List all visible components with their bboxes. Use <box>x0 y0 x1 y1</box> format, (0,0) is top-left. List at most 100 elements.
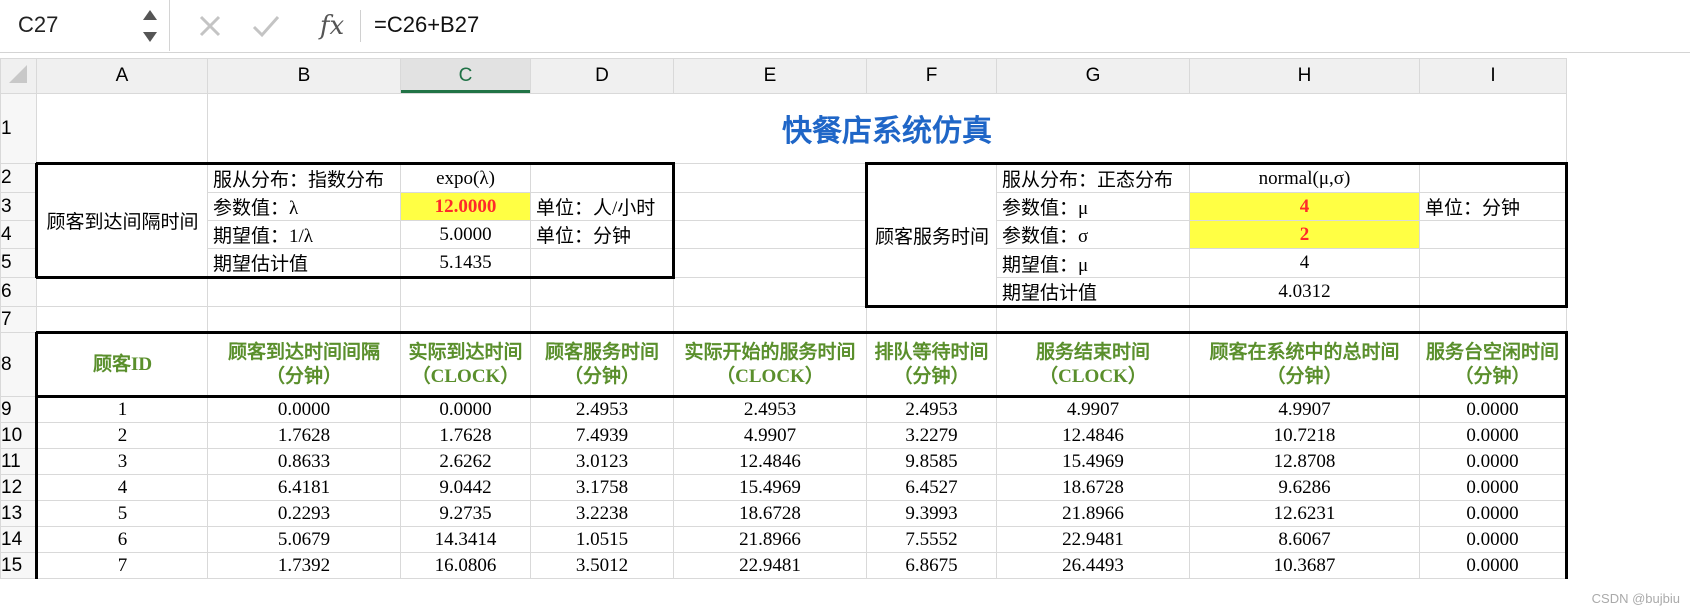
service-sigma-label[interactable]: 参数值：σ <box>996 220 1190 249</box>
cell-c7[interactable] <box>400 306 531 333</box>
sim-header-service-end[interactable]: 服务结束时间 （CLOCK） <box>996 331 1190 398</box>
row-header-8[interactable]: 8 <box>0 332 37 397</box>
col-header-e[interactable]: E <box>673 58 867 94</box>
col-header-f[interactable]: F <box>866 58 997 94</box>
row-header-14[interactable]: 14 <box>0 526 37 553</box>
sim-cell[interactable]: 9.3993 <box>866 500 997 527</box>
sim-cell[interactable]: 21.8966 <box>673 526 867 553</box>
sim-cell[interactable]: 2 <box>35 422 208 449</box>
row-header-3[interactable]: 3 <box>0 192 37 221</box>
service-mu-label[interactable]: 参数值：μ <box>996 192 1190 221</box>
cell-i2[interactable] <box>1419 162 1568 193</box>
sim-header-interarrival[interactable]: 顾客到达时间间隔 （分钟） <box>207 331 401 398</box>
service-dist-formula[interactable]: normal(μ,σ) <box>1189 162 1420 193</box>
row-header-4[interactable]: 4 <box>0 220 37 249</box>
sim-cell[interactable]: 3.2238 <box>530 500 674 527</box>
cell-g7[interactable] <box>996 306 1190 333</box>
arrival-param-label[interactable]: 参数值：λ <box>207 192 401 221</box>
cell-a1[interactable] <box>36 93 208 164</box>
cell-i6[interactable] <box>1419 277 1568 308</box>
sim-cell[interactable]: 0.0000 <box>1419 526 1568 553</box>
sim-cell[interactable]: 2.4953 <box>866 396 997 423</box>
cell-i4[interactable] <box>1419 220 1568 249</box>
arrival-estimate-value[interactable]: 5.1435 <box>400 248 531 279</box>
row-header-6[interactable]: 6 <box>0 277 37 307</box>
service-estimate-label[interactable]: 期望估计值 <box>996 277 1190 308</box>
sim-cell[interactable]: 4.9907 <box>673 422 867 449</box>
service-dist-label[interactable]: 服从分布：正态分布 <box>996 162 1190 193</box>
sim-cell[interactable]: 0.0000 <box>1419 500 1568 527</box>
sim-cell[interactable]: 9.2735 <box>400 500 531 527</box>
sim-header-service-start[interactable]: 实际开始的服务时间 （CLOCK） <box>673 331 867 398</box>
sim-cell[interactable]: 4.9907 <box>1189 396 1420 423</box>
sim-cell[interactable]: 3.0123 <box>530 448 674 475</box>
sim-cell[interactable]: 7.4939 <box>530 422 674 449</box>
sim-cell[interactable]: 12.4846 <box>996 422 1190 449</box>
sim-cell[interactable]: 18.6728 <box>996 474 1190 501</box>
sim-cell[interactable]: 6.4527 <box>866 474 997 501</box>
name-box[interactable]: C27 <box>0 0 170 51</box>
stepper-arrows-icon[interactable] <box>141 6 159 46</box>
arrival-label-cell[interactable]: 顾客到达间隔时间 <box>35 162 208 279</box>
sim-cell[interactable]: 5.0679 <box>207 526 401 553</box>
cancel-x-icon[interactable] <box>192 8 228 44</box>
cell-e5[interactable] <box>673 248 867 278</box>
cell-e6[interactable] <box>673 277 867 307</box>
col-header-c[interactable]: C <box>400 58 531 94</box>
sim-cell[interactable]: 9.8585 <box>866 448 997 475</box>
sim-header-idle-time[interactable]: 服务台空闲时间 （分钟） <box>1419 331 1568 398</box>
col-header-d[interactable]: D <box>530 58 674 94</box>
sim-cell[interactable]: 2.4953 <box>530 396 674 423</box>
sim-cell[interactable]: 22.9481 <box>673 552 867 579</box>
sim-cell[interactable]: 6.8675 <box>866 552 997 579</box>
service-label-cell[interactable]: 顾客服务时间 <box>865 162 997 308</box>
sheet-title[interactable]: 快餐店系统仿真 <box>207 93 1567 164</box>
cell-d6[interactable] <box>530 277 674 307</box>
cell-d2[interactable] <box>530 162 675 193</box>
sim-cell[interactable]: 3.5012 <box>530 552 674 579</box>
sim-cell[interactable]: 12.8708 <box>1189 448 1420 475</box>
sim-cell[interactable]: 16.0806 <box>400 552 531 579</box>
sim-header-customer-id[interactable]: 顾客ID <box>35 331 208 398</box>
cell-e7[interactable] <box>673 306 867 333</box>
arrival-dist-formula[interactable]: expo(λ) <box>400 162 531 193</box>
sim-header-arrival-clock[interactable]: 实际到达时间 （CLOCK） <box>400 331 531 398</box>
sim-cell[interactable]: 15.4969 <box>996 448 1190 475</box>
sim-cell[interactable]: 0.0000 <box>1419 422 1568 449</box>
sim-cell[interactable]: 1.0515 <box>530 526 674 553</box>
service-expect-value[interactable]: 4 <box>1189 248 1420 278</box>
select-all-corner[interactable] <box>0 58 37 94</box>
sim-header-total-time[interactable]: 顾客在系统中的总时间 （分钟） <box>1189 331 1420 398</box>
col-header-a[interactable]: A <box>36 58 208 94</box>
row-header-15[interactable]: 15 <box>0 552 37 579</box>
sim-cell[interactable]: 12.4846 <box>673 448 867 475</box>
col-header-h[interactable]: H <box>1189 58 1420 94</box>
col-header-b[interactable]: B <box>207 58 401 94</box>
row-header-2[interactable]: 2 <box>0 163 37 193</box>
row-header-10[interactable]: 10 <box>0 422 37 449</box>
sim-header-service-time[interactable]: 顾客服务时间 （分钟） <box>530 331 674 398</box>
sim-cell[interactable]: 3 <box>35 448 208 475</box>
arrival-expect-unit[interactable]: 单位：分钟 <box>530 220 675 249</box>
name-box-value[interactable]: C27 <box>18 12 58 38</box>
arrival-expect-value[interactable]: 5.0000 <box>400 220 531 249</box>
row-header-1[interactable]: 1 <box>0 93 37 164</box>
cell-f7[interactable] <box>866 306 997 333</box>
sim-cell[interactable]: 0.2293 <box>207 500 401 527</box>
formula-input[interactable]: =C26+B27 <box>374 12 479 38</box>
arrival-dist-label[interactable]: 服从分布：指数分布 <box>207 162 401 193</box>
row-header-9[interactable]: 9 <box>0 396 37 423</box>
service-estimate-value[interactable]: 4.0312 <box>1189 277 1420 308</box>
cell-b7[interactable] <box>207 306 401 333</box>
sim-cell[interactable]: 18.6728 <box>673 500 867 527</box>
col-header-g[interactable]: G <box>996 58 1190 94</box>
arrival-expect-label[interactable]: 期望值：1/λ <box>207 220 401 249</box>
cell-i5[interactable] <box>1419 248 1568 278</box>
row-header-12[interactable]: 12 <box>0 474 37 501</box>
row-header-5[interactable]: 5 <box>0 248 37 278</box>
sim-cell[interactable]: 2.6262 <box>400 448 531 475</box>
sim-cell[interactable]: 1.7628 <box>207 422 401 449</box>
row-header-13[interactable]: 13 <box>0 500 37 527</box>
sim-cell[interactable]: 7.5552 <box>866 526 997 553</box>
sim-cell[interactable]: 14.3414 <box>400 526 531 553</box>
